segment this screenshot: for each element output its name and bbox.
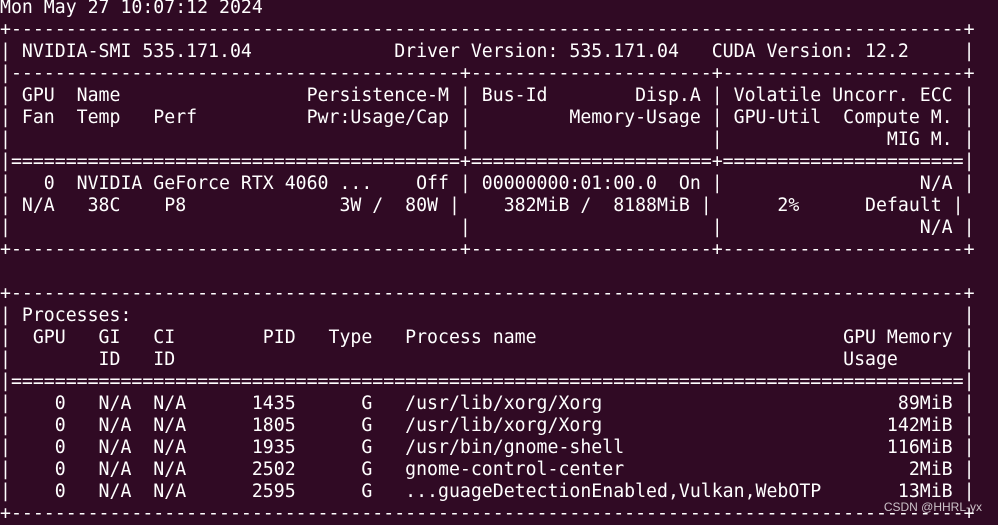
process-double-separator: |=======================================… bbox=[0, 371, 975, 392]
process-row: | 0 N/A N/A 2595 G ...guageDetectionEnab… bbox=[0, 481, 975, 502]
process-table-border-bottom: +---------------------------------------… bbox=[0, 503, 975, 524]
table-separator: |---------------------------------------… bbox=[0, 63, 975, 84]
gpu-table-border-bottom: +---------------------------------------… bbox=[0, 239, 975, 260]
header-double-separator: |=======================================… bbox=[0, 151, 975, 172]
table-border-top: +---------------------------------------… bbox=[0, 19, 975, 40]
watermark: CSDN @HHRL-yx bbox=[883, 500, 982, 514]
gpu-header-row-1: | GPU Name Persistence-M | Bus-Id Disp.A… bbox=[0, 85, 975, 106]
gpu-header-row-2: | Fan Temp Perf Pwr:Usage/Cap | Memory-U… bbox=[0, 107, 975, 128]
process-row: | 0 N/A N/A 2502 G gnome-control-center … bbox=[0, 459, 975, 480]
process-row: | 0 N/A N/A 1935 G /usr/bin/gnome-shell … bbox=[0, 437, 975, 458]
gpu-row-3: | | | N/A | bbox=[0, 217, 975, 238]
gpu-header-row-3: | | | MIG M. | bbox=[0, 129, 975, 150]
terminal-window[interactable]: Mon May 27 10:07:12 2024 +---------------… bbox=[0, 0, 998, 524]
gpu-row-1: | 0 NVIDIA GeForce RTX 4060 ... Off | 00… bbox=[0, 173, 975, 194]
gpu-row-2: | N/A 38C P8 3W / 80W | 382MiB / 8188MiB… bbox=[0, 195, 964, 216]
process-header-row-1: | GPU GI CI PID Type Process name GPU Me… bbox=[0, 327, 975, 348]
version-header-line: | NVIDIA-SMI 535.171.04 Driver Version: … bbox=[0, 41, 975, 62]
processes-title: | Processes: | bbox=[0, 305, 975, 326]
process-header-row-2: | ID ID Usage | bbox=[0, 349, 975, 370]
process-row: | 0 N/A N/A 1805 G /usr/lib/xorg/Xorg 14… bbox=[0, 415, 975, 436]
timestamp-line: Mon May 27 10:07:12 2024 bbox=[0, 0, 263, 18]
process-table-border-top: +---------------------------------------… bbox=[0, 283, 975, 304]
nvidia-smi-output: Mon May 27 10:07:12 2024 +---------------… bbox=[0, 0, 998, 525]
process-row: | 0 N/A N/A 1435 G /usr/lib/xorg/Xorg 89… bbox=[0, 393, 975, 414]
